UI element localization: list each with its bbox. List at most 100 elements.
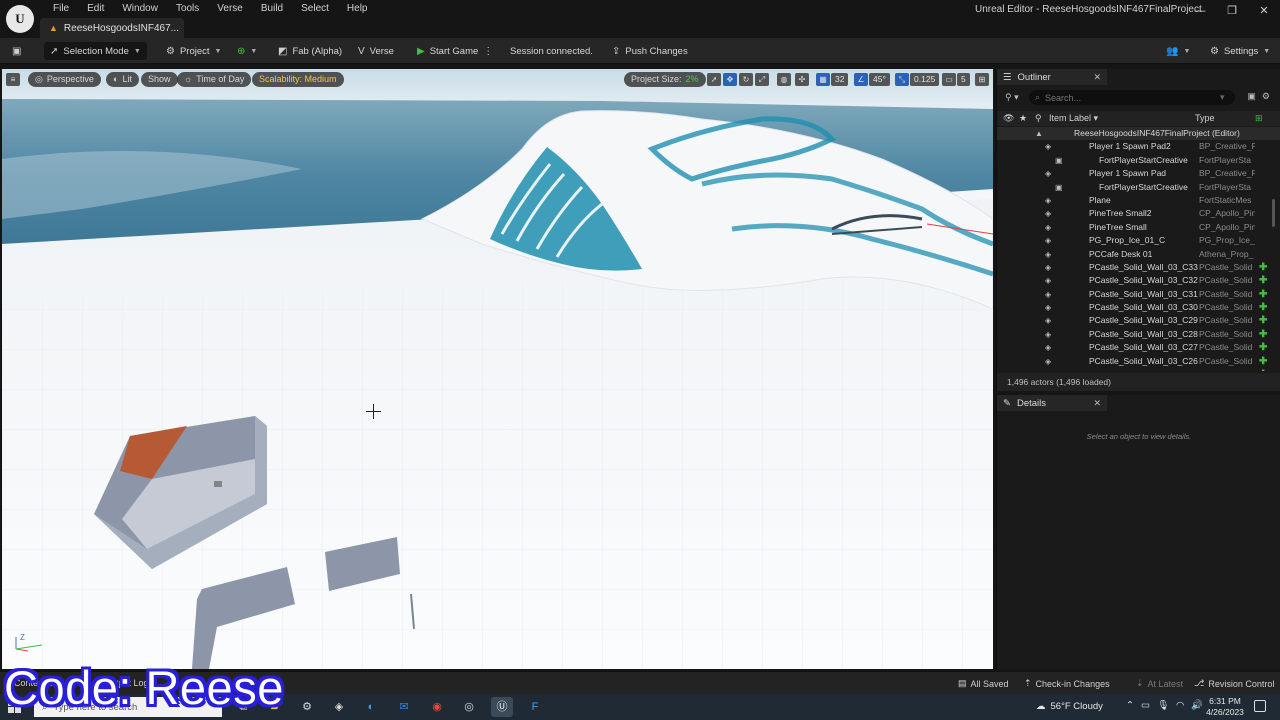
add-icon[interactable]: ✚ — [1259, 274, 1267, 287]
scale-snap-value[interactable]: 0.125 — [910, 73, 940, 86]
save-button[interactable]: ▣ — [6, 42, 27, 60]
add-folder-icon[interactable]: ▣ — [1247, 91, 1256, 102]
rotate-tool-icon[interactable]: ↻ — [739, 73, 753, 86]
outliner-row[interactable]: ◈ PCastle_Solid_Wall_03_C33 PCastle_Solid ✚ — [997, 261, 1280, 274]
users-dropdown[interactable]: 👥 ▼ — [1160, 42, 1196, 60]
scalability-dropdown[interactable]: Scalability: Medium — [252, 72, 344, 87]
all-saved-status[interactable]: ▤ All Saved — [958, 678, 1009, 689]
level-viewport[interactable]: Z ≡ ◎ Perspective ◐ Lit Show ☼ Time of D… — [2, 69, 993, 669]
outliner-row[interactable]: ◈ PG_Prop_Ice_01_C PG_Prop_Ice_ — [997, 234, 1280, 247]
edge-browser-icon[interactable]: ◐ — [360, 697, 382, 717]
menu-build[interactable]: Build — [252, 2, 292, 16]
select-tool-icon[interactable]: ➚ — [707, 73, 721, 86]
menu-window[interactable]: Window — [113, 2, 167, 16]
close-button[interactable]: ✕ — [1248, 0, 1280, 22]
add-column-icon[interactable]: ⊞ — [1255, 113, 1263, 124]
add-icon[interactable]: ✚ — [1259, 328, 1267, 341]
outliner-row[interactable]: ◈ PCastle_Solid_Wall_03_C27 PCastle_Solid ✚ — [997, 341, 1280, 354]
visibility-icon[interactable]: 👁 — [1003, 113, 1014, 124]
outliner-row[interactable]: ▣ FortPlayerStartCreative FortPlayerSta — [997, 181, 1280, 194]
wifi-icon[interactable]: ◠ — [1176, 700, 1184, 711]
mail-icon[interactable]: ✉ — [393, 697, 415, 717]
tab-project[interactable]: ▲ ReeseHosgoodsINF467... — [40, 18, 184, 38]
check-in-button[interactable]: ⇡ Check-in Changes — [1024, 678, 1110, 689]
filter-icon[interactable]: ⚲ ▾ — [1005, 92, 1019, 103]
settings-app-icon[interactable]: ⚙ — [296, 697, 318, 717]
more-options-icon[interactable]: ⋮ — [483, 46, 493, 57]
close-icon[interactable]: ✕ — [1093, 72, 1101, 83]
menu-verse[interactable]: Verse — [208, 2, 252, 16]
rotation-snap-value[interactable]: 45° — [869, 73, 890, 86]
at-latest-status[interactable]: ⇣ At Latest — [1136, 678, 1183, 689]
menu-select[interactable]: Select — [292, 2, 338, 16]
pin-icon[interactable]: ⚲ — [1035, 113, 1042, 124]
grid-snap-value[interactable]: 32 — [831, 73, 849, 86]
revision-control-button[interactable]: ⎇ Revision Control — [1194, 678, 1274, 689]
world-space-icon[interactable]: ◍ — [777, 73, 791, 86]
outliner-search[interactable]: ⌕ ▾ — [1029, 90, 1235, 105]
grid-snap-icon[interactable]: ▦ — [816, 73, 830, 86]
app-icon[interactable]: ◈ — [328, 697, 350, 717]
start-game-button[interactable]: ▶ Start Game ⋮ — [411, 42, 499, 60]
settings-dropdown[interactable]: ⚙ Settings ▼ — [1204, 42, 1276, 60]
menu-file[interactable]: File — [44, 2, 78, 16]
lit-dropdown[interactable]: ◐ Lit — [106, 72, 139, 87]
outliner-row[interactable]: ◈ PCastle_Solid_Wall_03_C32 PCastle_Solid ✚ — [997, 274, 1280, 287]
add-icon[interactable]: ✚ — [1259, 314, 1267, 327]
network-icon[interactable]: ▭ — [1141, 700, 1150, 711]
close-icon[interactable]: ✕ — [1093, 398, 1101, 409]
verse-button[interactable]: V Verse — [352, 42, 400, 60]
chrome-icon[interactable]: ◉ — [426, 697, 448, 717]
outliner-row[interactable]: ◈ Player 1 Spawn Pad2 BP_Creative_P — [997, 140, 1280, 153]
add-icon[interactable]: ✚ — [1259, 341, 1267, 354]
fab-button[interactable]: ◩ Fab (Alpha) — [272, 42, 348, 60]
push-changes-button[interactable]: ⇪ Push Changes — [606, 42, 694, 60]
chevron-up-icon[interactable]: ⌃ — [1126, 700, 1134, 711]
outliner-row[interactable]: ◈ PCastle_Solid_Wall_03_C25PCastle_Solid ✚ — [997, 368, 1280, 371]
menu-edit[interactable]: Edit — [78, 2, 113, 16]
selection-mode-dropdown[interactable]: ➚ Selection Mode ▼ — [44, 42, 147, 60]
unreal-taskbar-icon[interactable]: Ⓤ — [491, 697, 513, 717]
outliner-row[interactable]: ◈ PCastle_Solid_Wall_03_C28 PCastle_Solid ✚ — [997, 328, 1280, 341]
minimize-button[interactable]: — — [1184, 0, 1216, 22]
taskbar-clock[interactable]: 6:31 PM 4/26/2023 — [1200, 696, 1250, 718]
maximize-viewport-icon[interactable]: ⊞ — [975, 73, 989, 86]
outliner-row[interactable]: ◈ Plane FortStaticMes — [997, 194, 1280, 207]
project-size-indicator[interactable]: Project Size: 2% — [624, 72, 706, 87]
outliner-row[interactable]: ◈ PCCafe Desk 01 Athena_Prop_ — [997, 248, 1280, 261]
search-input[interactable] — [1045, 92, 1216, 103]
scale-snap-icon[interactable]: ⤡ — [895, 73, 909, 86]
move-tool-icon[interactable]: ✥ — [723, 73, 737, 86]
add-icon[interactable]: ✚ — [1259, 355, 1267, 368]
gear-icon[interactable]: ⚙ — [1262, 91, 1270, 102]
outliner-row[interactable]: ◈ PCastle_Solid_Wall_03_C29 PCastle_Solid ✚ — [997, 314, 1280, 327]
menu-tools[interactable]: Tools — [167, 2, 208, 16]
scale-tool-icon[interactable]: ⤢ — [755, 73, 769, 86]
favorite-icon[interactable]: ★ — [1019, 113, 1027, 124]
show-dropdown[interactable]: Show — [141, 72, 178, 87]
add-icon[interactable]: ✚ — [1259, 288, 1267, 301]
outliner-row[interactable]: ▲ ReeseHosgoodsINF467FinalProject (Editor… — [997, 127, 1280, 141]
tab-details[interactable]: ✎ Details ✕ — [997, 395, 1107, 411]
camera-speed-value[interactable]: 5 — [957, 73, 970, 86]
fortnite-creative-icon[interactable]: F — [524, 697, 546, 717]
obs-icon[interactable]: ◎ — [458, 697, 480, 717]
outliner-scrollbar[interactable] — [1272, 199, 1275, 227]
microphone-icon[interactable]: 🎙 — [1157, 700, 1169, 711]
col-item-label[interactable]: Item Label ▾ — [1049, 113, 1098, 124]
unreal-logo-icon[interactable]: U — [6, 5, 34, 33]
add-icon[interactable]: ✚ — [1259, 261, 1267, 274]
outliner-row[interactable]: ◈ PCastle_Solid_Wall_03_C26 PCastle_Solid ✚ — [997, 355, 1280, 368]
rotation-snap-icon[interactable]: ∠ — [854, 73, 868, 86]
add-icon[interactable]: ✚ — [1259, 301, 1267, 314]
maximize-button[interactable]: ❐ — [1216, 0, 1248, 22]
surface-snap-icon[interactable]: ✣ — [795, 73, 809, 86]
notifications-icon[interactable] — [1254, 700, 1266, 712]
viewport-menu-button[interactable]: ≡ — [6, 73, 20, 86]
col-type[interactable]: Type — [1195, 113, 1215, 123]
outliner-row[interactable]: ◈ PineTree Small2 CP_Apollo_Pin — [997, 207, 1280, 220]
outliner-row[interactable]: ◈ PCastle_Solid_Wall_03_C30 PCastle_Solid ✚ — [997, 301, 1280, 314]
outliner-row[interactable]: ▣ FortPlayerStartCreative FortPlayerSta — [997, 154, 1280, 167]
tab-outliner[interactable]: ☰ Outliner ✕ — [997, 69, 1107, 85]
outliner-row[interactable]: ◈ PineTree Small CP_Apollo_Pin — [997, 221, 1280, 234]
